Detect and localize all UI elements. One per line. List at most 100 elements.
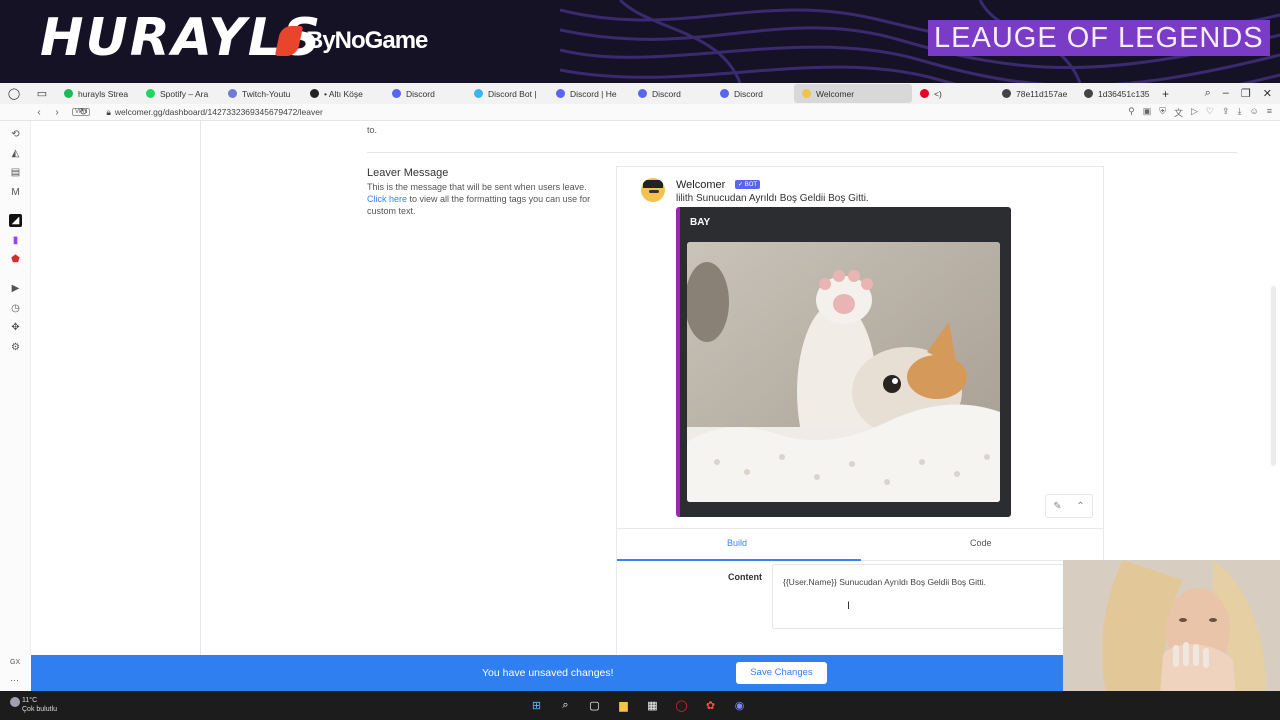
pinterest-icon (920, 89, 929, 98)
lock-icon: 🔒︎ (106, 106, 111, 117)
minimize-icon[interactable]: – (1223, 87, 1229, 100)
browser-tab[interactable]: Welcomer (794, 84, 912, 103)
browser-tab-label: • Altı Köşe (324, 88, 363, 99)
address-bar-tools: ⚲ ▣ ⛨ 文 ▷ ♡ ⇪ ⤓ ☺ ≡ (1128, 106, 1280, 119)
browser-tab-label: Twitch-Youtu (242, 88, 291, 99)
text-cursor-icon: I (847, 600, 851, 612)
bot-badge: ✓ BOT (735, 180, 761, 189)
discord-icon (638, 89, 647, 98)
browser-tab-label: hurayls Strea (78, 88, 129, 99)
content-label: Content (728, 572, 762, 582)
browser-tab[interactable]: 1d36451c135 (1076, 84, 1158, 103)
twitch-icon[interactable]: ▮ (9, 234, 22, 247)
chevron-up-icon[interactable]: ⌃ (1076, 501, 1084, 512)
browser-tab-label: Welcomer (816, 88, 855, 99)
app-icon[interactable]: ✿ (702, 697, 719, 714)
kick-icon (64, 89, 73, 98)
restore-icon[interactable]: ❐ (1241, 87, 1251, 100)
browser-sidebar: ⟲ ◭ ▤ M ◢ ▮ ⬟ ▶ ◷ ✥ ⚙ (0, 121, 31, 691)
aria-icon[interactable]: ◭ (9, 147, 22, 160)
weather-widget[interactable]: 11°C Çok bulutlu (10, 696, 58, 714)
browser-tab[interactable]: Discord (630, 84, 712, 103)
url-field[interactable]: welcomer.gg/dashboard/142733236934567947… (115, 107, 323, 117)
settings-icon[interactable]: ⚙ (9, 341, 22, 354)
sponsor-logo: ByNoGame (274, 26, 428, 56)
tab-build[interactable]: Build (727, 538, 747, 548)
discord-bot-icon (474, 89, 483, 98)
reload-icon[interactable]: ↻ (74, 107, 92, 118)
translate-icon[interactable]: 文 (1174, 106, 1183, 119)
embed-cat-image (687, 242, 1000, 502)
browser-tab[interactable]: Discord (384, 84, 466, 103)
browser-tab-label: Discord (406, 88, 435, 99)
player-icon[interactable]: ▶ (9, 282, 22, 295)
gx-label[interactable]: GX (10, 659, 20, 666)
browser-tab[interactable]: Discord (712, 84, 794, 103)
opera-gx-icon[interactable]: ◯ (673, 697, 690, 714)
new-tab-icon[interactable]: + (1162, 87, 1169, 101)
task-view-icon[interactable]: ▢ (586, 697, 603, 714)
search-tabs-icon[interactable]: ⌕ (1205, 87, 1211, 100)
menu-icon[interactable]: ≡ (1267, 106, 1272, 119)
store-icon[interactable]: ▦ (644, 697, 661, 714)
formatting-tags-link[interactable]: Click here (367, 194, 407, 204)
gmail-icon[interactable]: M (9, 186, 22, 199)
extensions-icon[interactable]: ✥ (9, 321, 22, 334)
more-icon[interactable]: ··· (10, 675, 19, 685)
tab-code[interactable]: Code (970, 538, 992, 548)
browser-tab-label: 78e11d157ae (1016, 88, 1068, 99)
content-input[interactable]: {{User.Name}} Sunucudan Ayrıldı Boş Geld… (772, 564, 1064, 629)
clock-icon[interactable]: ◷ (9, 302, 22, 315)
browser-tab[interactable]: hurayls Strea (56, 84, 138, 103)
heart-icon[interactable]: ♡ (1206, 106, 1214, 119)
section-divider (367, 152, 1237, 153)
browser-tab-bar: ◯ ▭ hurayls Strea Spotify – Ara Twitch-You… (0, 83, 1280, 104)
forward-icon[interactable]: › (48, 107, 66, 118)
play-icon[interactable]: ▷ (1191, 106, 1198, 119)
shield-icon[interactable]: ⛨ (1159, 106, 1166, 119)
tab-strip: hurayls Strea Spotify – Ara Twitch-Youtu • … (56, 84, 1158, 103)
start-icon[interactable]: ⊞ (528, 697, 545, 714)
history-icon[interactable]: ⟲ (9, 128, 22, 141)
search-icon[interactable]: ⌕ (557, 697, 574, 714)
leaver-message-title: Leaver Message (367, 167, 449, 179)
edit-icon[interactable]: ✎ (1053, 501, 1061, 512)
browser-tab[interactable]: <) (912, 84, 994, 103)
share-icon[interactable]: ⇪ (1222, 106, 1230, 119)
browser-tab-label: <) (934, 88, 942, 99)
weather-condition: Çok bulutlu (22, 706, 58, 713)
windows-taskbar: 11°C Çok bulutlu ⊞ ⌕ ▢ ▆ ▦ ◯ ✿ ◉ (0, 691, 1280, 720)
browser-tab[interactable]: • Altı Köşe (302, 84, 384, 103)
shield-app-icon[interactable]: ⬟ (9, 253, 22, 266)
file-explorer-icon[interactable]: ▆ (615, 697, 632, 714)
download-icon[interactable]: ⤓ (1238, 106, 1242, 119)
back-icon[interactable]: ‹ (30, 107, 48, 118)
embed-controls: ✎ ⌃ (1045, 494, 1093, 518)
scrollbar-thumb[interactable] (1271, 286, 1276, 466)
app-icon (228, 89, 237, 98)
discord-icon (392, 89, 401, 98)
discord-icon (556, 89, 565, 98)
save-changes-button[interactable]: Save Changes (736, 662, 827, 684)
browser-tab[interactable]: Twitch-Youtu (220, 84, 302, 103)
kick-app-icon[interactable]: ◢ (9, 214, 22, 227)
browser-tab[interactable]: 78e11d157ae (994, 84, 1076, 103)
profile-icon[interactable]: ☺ (1250, 106, 1259, 119)
welcomer-icon (802, 89, 811, 98)
sponsor-name: ByNoGame (306, 27, 428, 54)
cat-gif (687, 242, 1000, 502)
browser-tab[interactable]: Spotify – Ara (138, 84, 220, 103)
bot-avatar (641, 178, 665, 202)
pin-icon[interactable]: ⚲ (1128, 106, 1135, 119)
discord-taskbar-icon[interactable]: ◉ (731, 697, 748, 714)
workspaces-icon[interactable]: ▤ (9, 166, 22, 179)
tab-islands-icon[interactable]: ▭ (28, 87, 56, 100)
preview-embed: BAY (676, 207, 1011, 517)
spotify-icon (146, 89, 155, 98)
screenshot-icon[interactable]: ▣ (1143, 106, 1152, 119)
browser-tab[interactable]: Discord | He (548, 84, 630, 103)
close-window-icon[interactable]: ✕ (1263, 87, 1272, 100)
browser-tab[interactable]: Discord Bot | (466, 84, 548, 103)
dashboard-sidebar (31, 121, 201, 655)
opera-menu-icon[interactable]: ◯ (0, 87, 28, 100)
